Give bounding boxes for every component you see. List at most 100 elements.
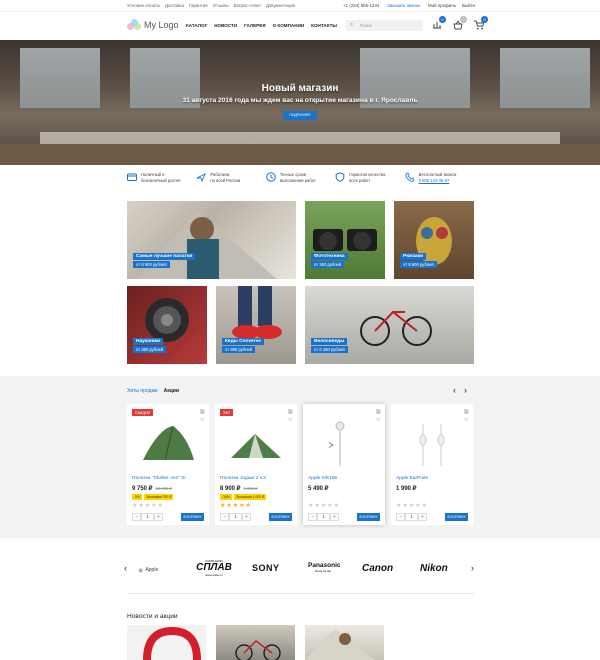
top-account: Мой профиль Выйти [428,3,475,8]
product-name[interactable]: Палатка Jaguar 2 v.2 [220,476,266,481]
plus-button[interactable]: + [154,513,163,521]
quantity-value[interactable]: 1 [141,513,154,521]
quantity-value[interactable]: 1 [229,513,242,521]
category-tile-sneakers[interactable]: Кеды Converse от 899 рублей [216,286,296,364]
star-icon[interactable]: ☆ [376,417,381,423]
discount-percent: -10% [220,494,232,500]
hero-desk [40,132,560,144]
cart-button[interactable]: 0 [474,16,488,30]
free-call-number[interactable]: 8 800 123-45-67 [419,178,457,184]
brands-carousel [0,545,600,593]
product-card[interactable]: Хит ▥ ☆ Палатка Jaguar 2 v.2 8 900 ₽9 900… [215,404,297,525]
quantity-stepper: -1 + [132,513,163,521]
category-tile-tents[interactable]: Самые лучшие палатки от 8 900 рублей [127,201,296,279]
product-name[interactable]: Apple EarPods [396,476,428,481]
plus-button[interactable]: + [418,513,427,521]
nav-item-catalog[interactable]: КАТАЛОГ [186,23,207,28]
hero-more-button[interactable]: ПОДРОБНЕЕ [283,111,317,120]
category-tile-headphones[interactable]: Наушники от 380 рублей [127,286,207,364]
top-link-docs[interactable]: Документация [266,3,295,8]
product-price: 9 750 ₽10 000 ₽ [132,485,172,492]
compare-icon[interactable]: ▥ [464,409,469,415]
nav-item-news[interactable]: НОВОСТИ [214,23,237,28]
product-price: 8 900 ₽9 900 ₽ [220,485,258,492]
hit-badge: Хит [220,409,234,416]
product-card[interactable]: ▥ ☆ Apple iVE186 5 490 ₽ ★★★★★ -1 + В КОРЗ… [303,404,385,525]
top-link-warranty[interactable]: Гарантия [189,3,208,8]
news-card[interactable] [305,625,384,660]
top-link-delivery[interactable]: Доставка [165,3,184,8]
feature-payment: Наличный и безналичный расчет [127,172,196,192]
plus-button[interactable]: + [242,513,251,521]
add-to-cart-button[interactable]: В КОРЗИНУ [269,513,292,521]
brand-name: СПЛАВ [196,562,232,573]
features-bar: Наличный и безналичный расчет Работаем по … [127,172,474,192]
product-image [231,434,281,458]
minus-button[interactable]: - [132,513,141,521]
feature-line: всех работ [349,178,371,183]
favorites-badge: 0 [460,16,467,23]
news-title: Новости и акции [127,613,178,620]
compare-icon[interactable]: ▥ [288,409,293,415]
chevron-left-icon[interactable]: ‹ [124,563,127,573]
category-label: Кеды Converse от 899 рублей [222,338,264,353]
nav-item-about[interactable]: О КОМПАНИИ [273,23,305,28]
brand-panasonic[interactable]: Panasonic ideas for life [308,562,341,573]
product-card[interactable]: Скидка! ▥ ☆ Палатка "Shelter one" Si 9 75… [127,404,209,525]
star-icon[interactable]: ☆ [288,417,293,423]
callback-link[interactable]: Заказать звонок [387,3,420,8]
chevron-right-icon[interactable]: › [464,385,467,395]
rating-stars: ★★★★★ [132,503,164,509]
chevron-right-icon[interactable]: › [471,563,474,573]
brand-apple[interactable]: ● Apple [138,565,158,575]
news-card[interactable] [216,625,295,660]
nav-item-contacts[interactable]: КОНТАКТЫ [311,23,337,28]
search-placeholder: Поиск [360,23,373,28]
minus-button[interactable]: - [396,513,405,521]
search-input[interactable]: ⌕ Поиск [346,20,423,31]
category-tile-bikes[interactable]: Велосипеды от 6 490 рублей [305,286,474,364]
brand-splav[interactable]: КОМПАНИЯ СПЛАВ www.splav.ru [190,559,238,577]
add-to-cart-button[interactable]: В КОРЗИНУ [357,513,380,521]
category-tile-backpacks[interactable]: Рюкзаки от 8 900 рублей [394,201,474,279]
add-to-cart-button[interactable]: В КОРЗИНУ [445,513,468,521]
tab-bestsellers[interactable]: Хиты продаж [127,388,158,394]
logo[interactable]: My Logo [127,19,179,31]
favorites-button[interactable]: 0 [453,16,467,30]
top-link-reviews[interactable]: Отзывы [213,3,229,8]
brand-name: Panasonic [308,562,341,569]
top-link-payment[interactable]: Условия оплаты [127,3,160,8]
logout-link[interactable]: Выйти [462,3,475,8]
minus-button[interactable]: - [308,513,317,521]
chevron-left-icon[interactable]: ‹ [453,385,456,395]
product-card[interactable]: ▥ ☆ Apple EarPods 1 990 ₽ ★★★★★ -1 + В КОР… [391,404,473,525]
brand-sony[interactable]: SONY [252,563,280,573]
category-tile-photo[interactable]: Фототехника от 350 рублей [305,201,385,279]
old-price: 9 900 ₽ [243,486,258,491]
star-icon[interactable]: ☆ [464,417,469,423]
plus-button[interactable]: + [330,513,339,521]
compare-icon[interactable]: ▥ [376,409,381,415]
phone-number[interactable]: +1 (234) 555-1234 [343,3,379,8]
brand-nikon[interactable]: Nikon [420,563,448,574]
tab-promotions[interactable]: Акции [164,388,179,394]
compare-icon[interactable]: ▥ [200,409,205,415]
profile-link[interactable]: Мой профиль [428,3,456,8]
add-to-cart-button[interactable]: В КОРЗИНУ [181,513,204,521]
brand-canon[interactable]: Canon [362,563,393,574]
category-price: от 380 рублей [133,346,167,353]
product-name[interactable]: Apple iVE186 [308,476,337,481]
feature-line: безналичный расчет [141,178,181,183]
card-actions: ▥ ☆ [464,409,469,423]
news-card[interactable] [127,625,206,660]
top-link-faq[interactable]: Вопрос-ответ [234,3,261,8]
news-image [143,626,201,660]
star-icon[interactable]: ☆ [200,417,205,423]
quantity-value[interactable]: 1 [405,513,418,521]
compare-button[interactable]: 0 [432,16,446,30]
minus-button[interactable]: - [220,513,229,521]
quantity-value[interactable]: 1 [317,513,330,521]
card-actions: ▥ ☆ [288,409,293,423]
nav-item-gallery[interactable]: ГАЛЕРЕЯ [244,23,265,28]
product-name[interactable]: Палатка "Shelter one" Si [132,476,185,481]
